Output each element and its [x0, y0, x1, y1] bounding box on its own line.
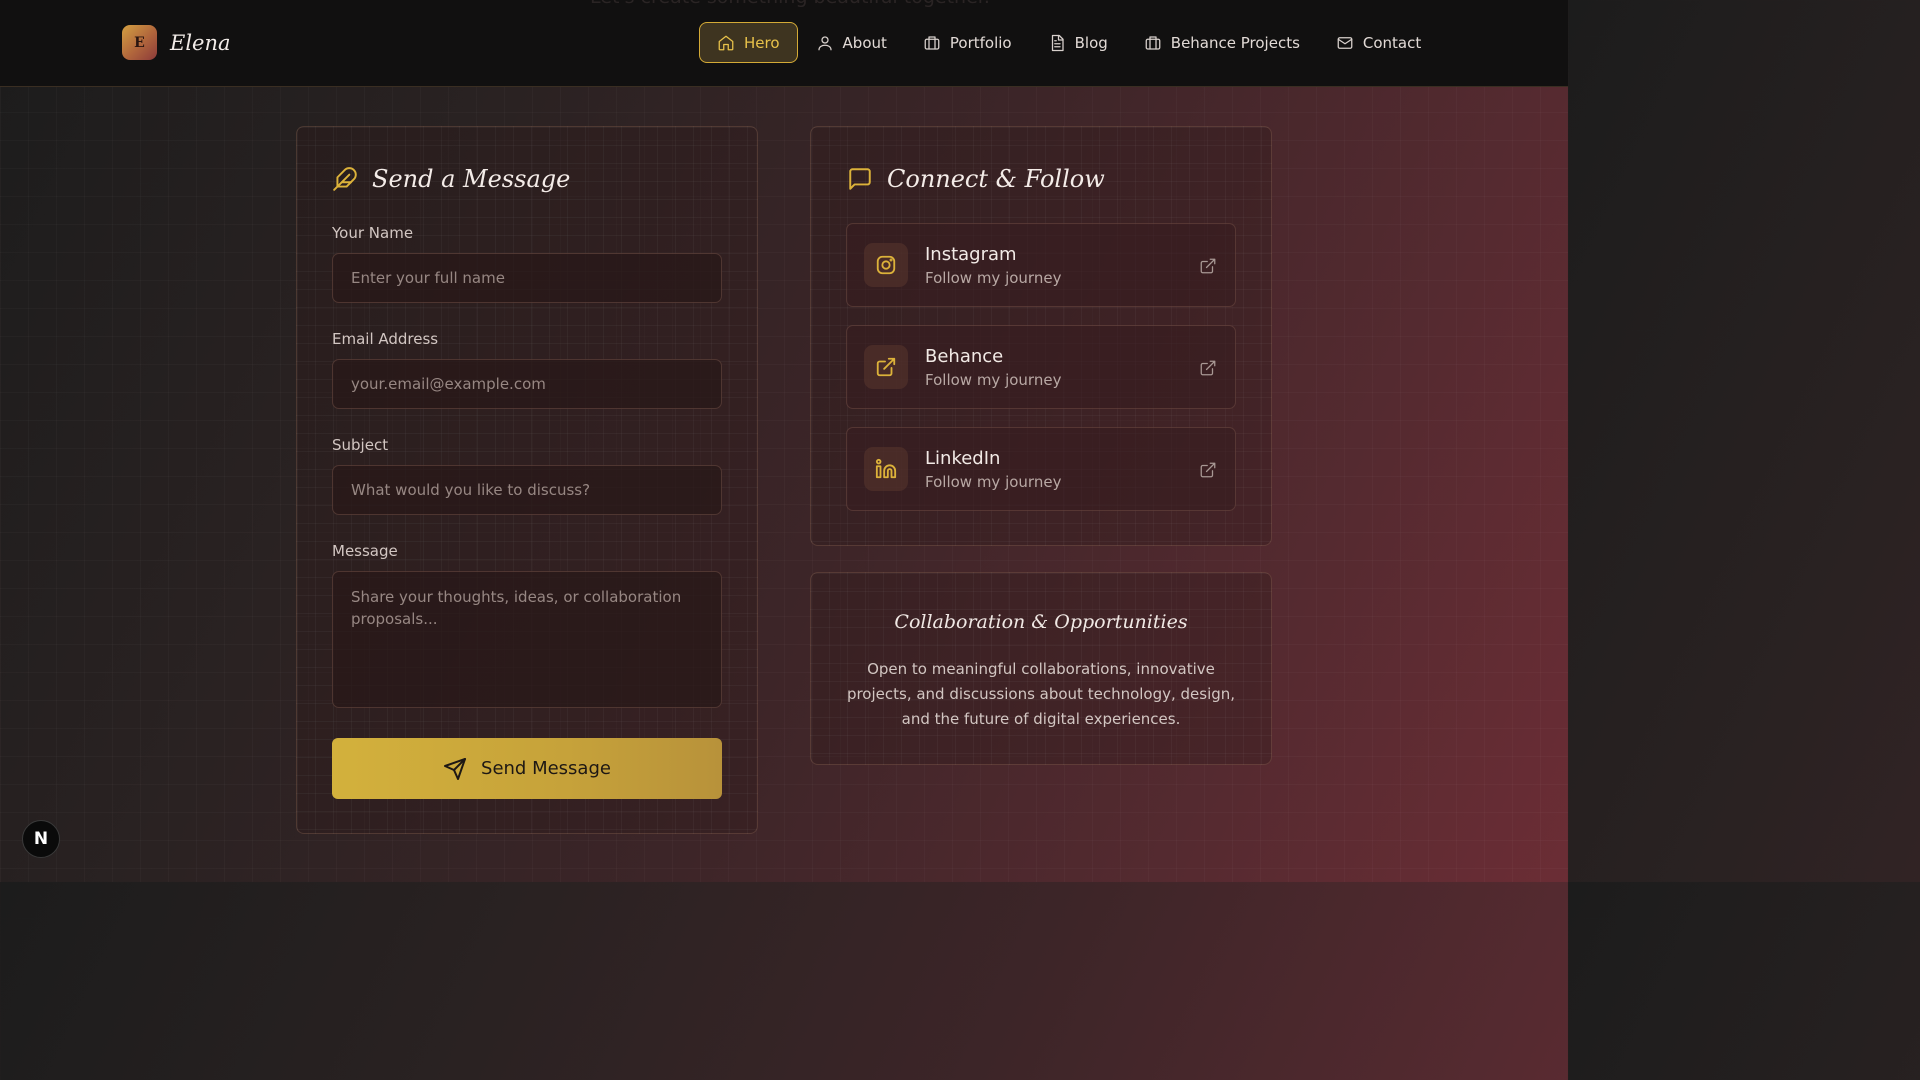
home-icon — [718, 35, 734, 50]
briefcase-icon — [924, 35, 940, 50]
send-message-button[interactable]: Send Message — [332, 738, 722, 799]
subject-label: Subject — [332, 436, 389, 454]
social-subtitle: Follow my journey — [925, 371, 1062, 389]
nav-item-label: Behance Projects — [1170, 33, 1300, 52]
email-label: Email Address — [332, 330, 439, 348]
social-subtitle: Follow my journey — [925, 269, 1062, 287]
social-name: Instagram — [925, 244, 1017, 265]
nextjs-dev-badge[interactable]: N — [22, 820, 60, 858]
message-form-card: Send a Message Your Name Enter your full… — [296, 126, 758, 834]
message-textarea[interactable]: Share your thoughts, ideas, or collabora… — [332, 571, 722, 708]
social-link-behance[interactable]: Behance Follow my journey — [846, 325, 1236, 409]
nav-item-label: Contact — [1362, 33, 1422, 52]
collaboration-card: Collaboration & Opportunities Open to me… — [810, 572, 1272, 765]
nav-item-contact[interactable]: Contact — [1318, 22, 1439, 63]
social-name: Behance — [925, 346, 1004, 367]
subject-input[interactable]: What would you like to discuss? — [332, 465, 722, 515]
social-link-linkedin[interactable]: LinkedIn Follow my journey — [846, 427, 1236, 511]
message-form-title: Send a Message — [372, 165, 571, 193]
name-input[interactable]: Enter your full name — [332, 253, 722, 303]
instagram-icon — [864, 243, 908, 287]
user-icon — [817, 35, 832, 50]
top-navigation-bar: Let's create something beautiful togethe… — [0, 0, 1568, 87]
send-icon — [444, 757, 467, 780]
nav-item-blog[interactable]: Blog — [1030, 22, 1126, 63]
social-link-instagram[interactable]: Instagram Follow my journey — [846, 223, 1236, 307]
social-subtitle: Follow my journey — [925, 473, 1062, 491]
hero-tagline-ghost: Let's create something beautiful togethe… — [590, 0, 990, 8]
brand-name: Elena — [170, 30, 231, 55]
external-link-icon — [1200, 258, 1216, 274]
nav-item-about[interactable]: About — [798, 22, 905, 63]
connect-heading: Connect & Follow — [847, 165, 1105, 193]
briefcase-icon — [1145, 35, 1161, 50]
background-grid — [0, 0, 1568, 882]
collaboration-text: Open to meaningful collaborations, innov… — [846, 660, 1236, 728]
nav-item-portfolio[interactable]: Portfolio — [905, 22, 1030, 63]
brand-initial-badge: E — [122, 25, 157, 60]
main-nav: Hero About Portfolio Blog Behance Projec… — [699, 22, 1439, 63]
chat-bubble-icon — [849, 168, 871, 190]
nav-item-hero[interactable]: Hero — [699, 22, 798, 63]
connect-card: Connect & Follow Instagram Follow my jou… — [810, 126, 1272, 546]
email-input[interactable]: your.email@example.com — [332, 359, 722, 409]
nav-item-label: Portfolio — [949, 33, 1012, 52]
brand-logo[interactable]: E Elena — [122, 25, 231, 60]
feather-icon — [333, 167, 357, 191]
document-icon — [1051, 34, 1064, 51]
external-link-icon — [1200, 360, 1216, 376]
nav-item-behance-projects[interactable]: Behance Projects — [1126, 22, 1318, 63]
nav-item-label: Hero — [744, 33, 780, 52]
collaboration-title: Collaboration & Opportunities — [894, 611, 1188, 633]
connect-title: Connect & Follow — [887, 165, 1105, 193]
send-message-label: Send Message — [481, 758, 611, 779]
nav-item-label: Blog — [1074, 33, 1108, 52]
external-link-icon — [864, 345, 908, 389]
message-label: Message — [332, 542, 398, 560]
social-name: LinkedIn — [925, 448, 1001, 469]
message-form-heading: Send a Message — [332, 165, 570, 193]
nav-item-label: About — [842, 33, 887, 52]
external-link-icon — [1200, 462, 1216, 478]
mail-icon — [1337, 36, 1353, 49]
linkedin-icon — [864, 447, 908, 491]
name-label: Your Name — [332, 224, 414, 242]
